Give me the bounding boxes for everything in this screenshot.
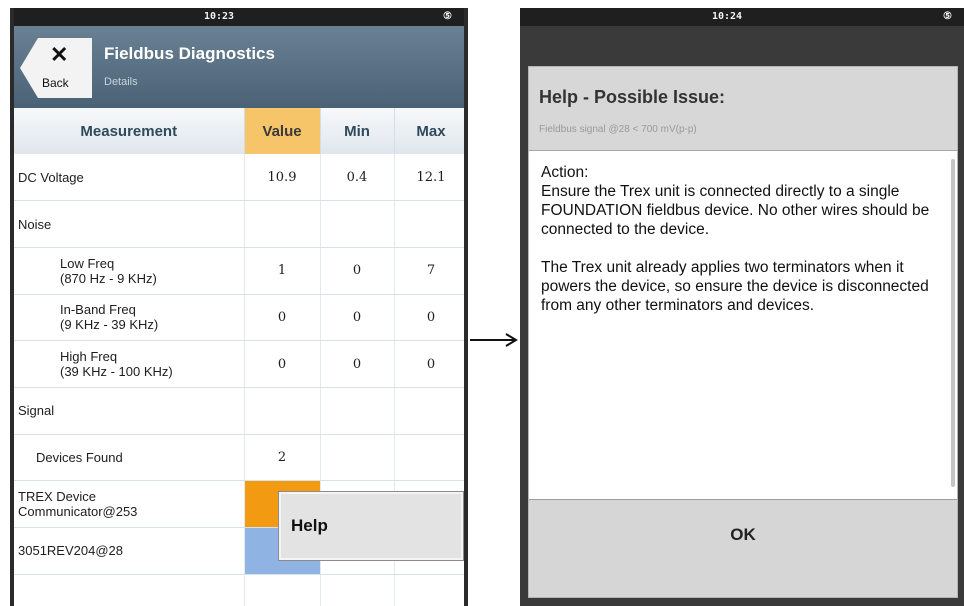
table-row[interactable]: Noise <box>14 200 464 248</box>
ok-button[interactable]: OK <box>529 500 957 570</box>
row-label-line1: High Freq <box>60 349 118 365</box>
table-row[interactable]: DC Voltage 10.9 0.4 12.1 <box>14 154 464 202</box>
row-label-line2: (39 KHz - 100 KHz) <box>60 364 173 380</box>
status-bar: 10:23 ⑤ <box>14 8 464 26</box>
help-paragraph-2: The Trex unit already applies two termin… <box>541 259 929 314</box>
max-cell <box>394 434 464 482</box>
column-header-max[interactable]: Max <box>394 108 464 154</box>
min-cell: 0 <box>320 247 395 295</box>
table-row[interactable]: Devices Found 2 <box>14 434 464 482</box>
page-title: Fieldbus Diagnostics <box>104 44 275 63</box>
value-cell: 0 <box>244 294 321 342</box>
row-label-line2: Communicator@253 <box>18 504 138 520</box>
max-cell: 7 <box>394 247 464 295</box>
row-label: High Freq (39 KHz - 100 KHz) <box>14 340 245 388</box>
app-header: ✕ Back Fieldbus Diagnostics Details <box>14 26 464 108</box>
value-cell <box>244 387 321 435</box>
row-label-line1: TREX Device <box>18 489 97 505</box>
max-cell: 12.1 <box>394 154 464 202</box>
battery-icon: ⑤ <box>943 11 952 22</box>
back-button[interactable]: ✕ Back <box>20 38 92 98</box>
dialog-footer: OK <box>529 499 957 597</box>
right-device-screen: 10:24 ⑤ Help - Possible Issue: Fieldbus … <box>520 8 964 606</box>
min-cell <box>320 434 395 482</box>
value-cell: 2 <box>244 434 321 482</box>
min-cell: 0 <box>320 294 395 342</box>
page-subtitle: Details <box>104 76 138 88</box>
action-label: Action: <box>541 164 589 181</box>
min-cell <box>320 387 395 435</box>
row-label: Devices Found <box>14 434 245 482</box>
table-row <box>14 574 464 606</box>
value-cell: 1 <box>244 247 321 295</box>
close-icon: ✕ <box>50 42 69 67</box>
max-cell <box>394 200 464 248</box>
value-cell <box>244 200 321 248</box>
row-label: TREX Device Communicator@253 <box>14 480 245 528</box>
dialog-title: Help - Possible Issue: <box>539 87 726 107</box>
back-label: Back <box>42 76 69 90</box>
column-header-min[interactable]: Min <box>320 108 395 154</box>
row-label: DC Voltage <box>14 154 245 202</box>
max-cell: 0 <box>394 340 464 388</box>
battery-icon: ⑤ <box>443 11 452 22</box>
empty-cell <box>14 574 245 606</box>
scrollbar[interactable] <box>951 159 955 487</box>
status-time: 10:23 <box>203 11 235 22</box>
row-label-line2: (870 Hz - 9 KHz) <box>60 270 157 286</box>
help-menu-item[interactable]: Help <box>278 491 464 561</box>
max-cell: 0 <box>394 294 464 342</box>
column-header-value[interactable]: Value <box>244 108 321 154</box>
row-label-line2: (9 KHz - 39 KHz) <box>60 317 159 333</box>
table-row[interactable]: Signal <box>14 387 464 435</box>
column-header-measurement[interactable]: Measurement <box>14 108 245 154</box>
row-label: Signal <box>14 387 245 435</box>
dialog-subtitle: Fieldbus signal @28 < 700 mV(p-p) <box>539 124 697 135</box>
value-cell: 0 <box>244 340 321 388</box>
left-device-screen: 10:23 ⑤ ✕ Back Fieldbus Diagnostics Deta… <box>10 8 468 606</box>
help-dialog: Help - Possible Issue: Fieldbus signal @… <box>528 66 958 598</box>
row-label: Low Freq (870 Hz - 9 KHz) <box>14 247 245 295</box>
dialog-body[interactable]: Action: Ensure the Trex unit is connecte… <box>529 151 957 499</box>
row-label: Noise <box>14 200 245 248</box>
row-label-line1: In-Band Freq <box>60 302 136 318</box>
row-label: 3051REV204@28 <box>14 527 245 575</box>
table-row[interactable]: In-Band Freq (9 KHz - 39 KHz) 0 0 0 <box>14 294 464 342</box>
min-cell: 0.4 <box>320 154 395 202</box>
min-cell: 0 <box>320 340 395 388</box>
min-cell <box>320 200 395 248</box>
row-label-line1: Low Freq <box>60 255 115 271</box>
empty-cell <box>244 574 321 606</box>
table-row[interactable]: High Freq (39 KHz - 100 KHz) 0 0 0 <box>14 340 464 388</box>
value-cell: 10.9 <box>244 154 321 202</box>
table-row[interactable]: Low Freq (870 Hz - 9 KHz) 1 0 7 <box>14 247 464 295</box>
row-label: In-Band Freq (9 KHz - 39 KHz) <box>14 294 245 342</box>
arrow-right-icon <box>470 333 518 347</box>
empty-cell <box>394 574 464 606</box>
max-cell <box>394 387 464 435</box>
help-label: Help <box>291 516 328 535</box>
status-time: 10:24 <box>711 11 743 22</box>
dialog-header: Help - Possible Issue: Fieldbus signal @… <box>529 67 957 151</box>
status-bar: 10:24 ⑤ <box>520 8 964 26</box>
empty-cell <box>320 574 395 606</box>
help-paragraph-1: Ensure the Trex unit is connected direct… <box>541 183 930 238</box>
